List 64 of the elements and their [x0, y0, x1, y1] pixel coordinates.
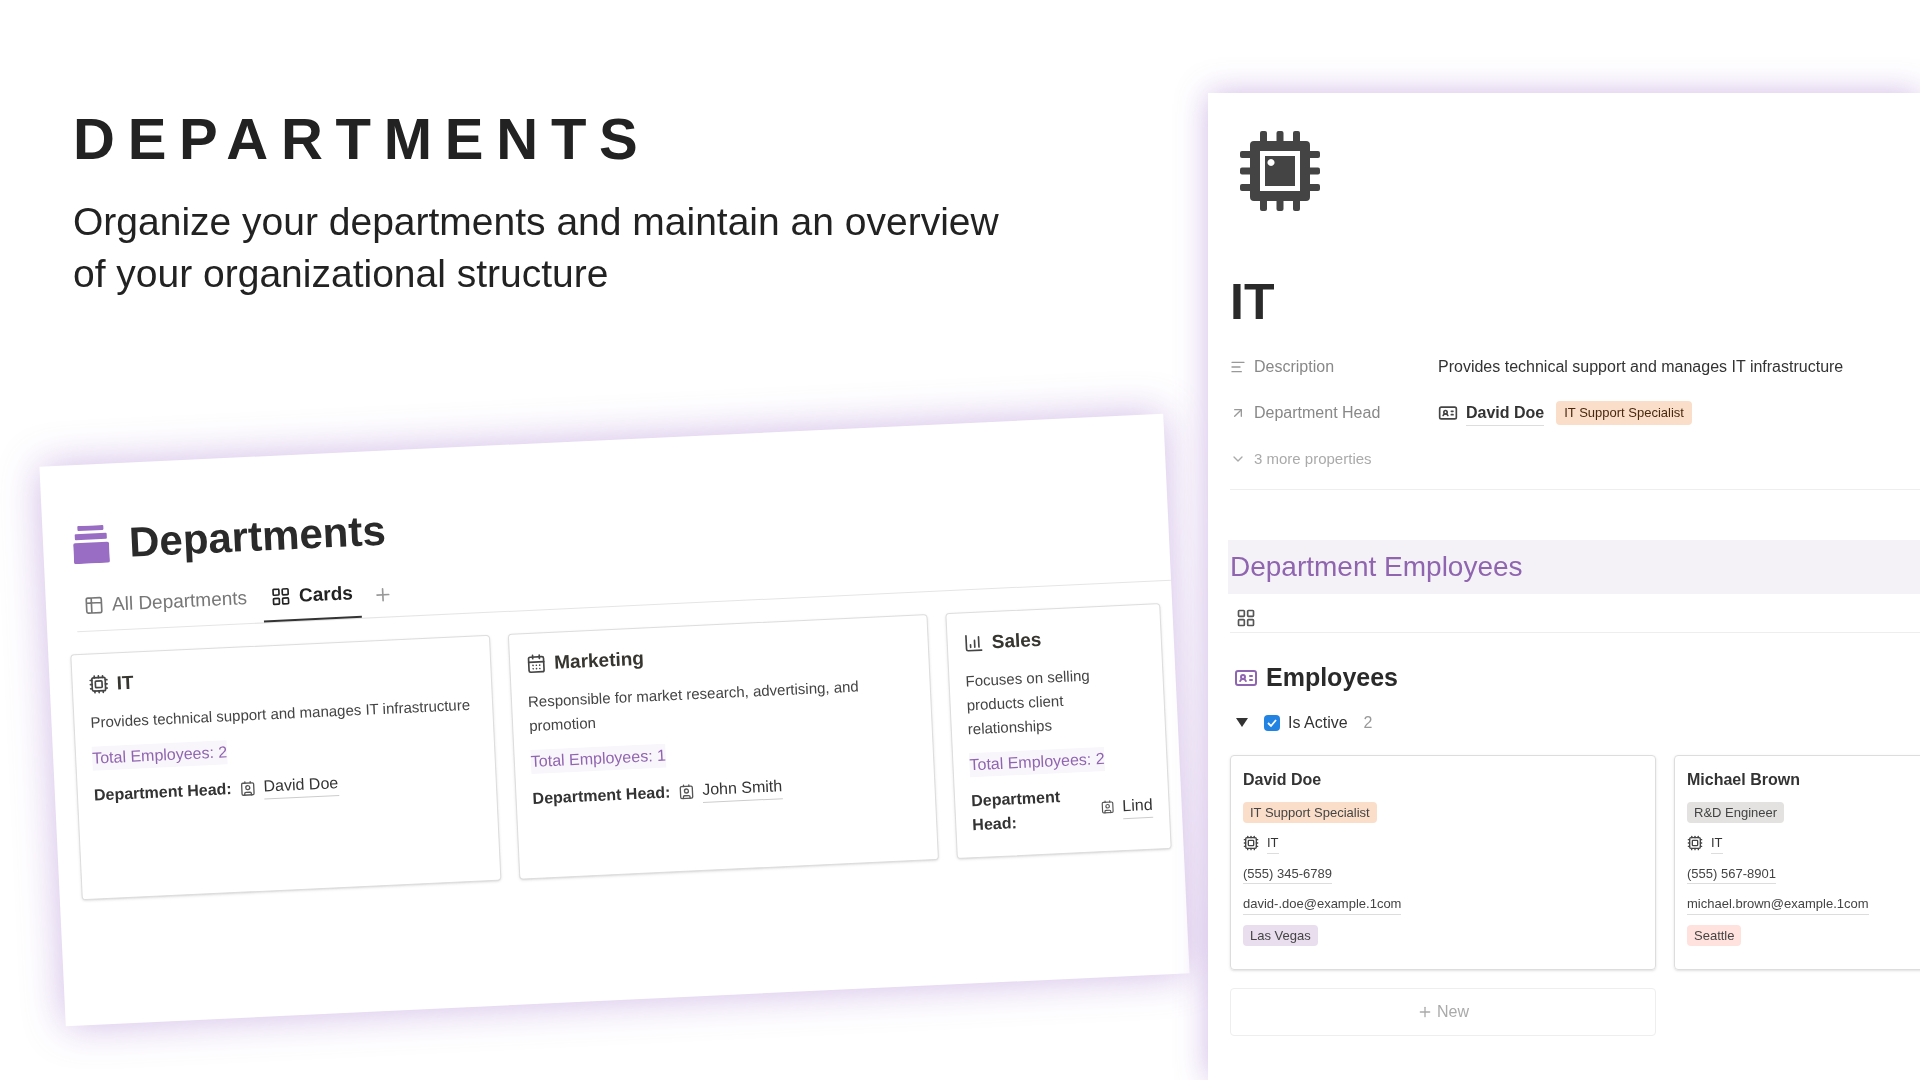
table-icon — [83, 595, 105, 617]
view-tab[interactable]: All Departments — [75, 583, 257, 631]
head-name[interactable]: John Smith — [701, 774, 783, 803]
department-card[interactable]: Sales Focuses on selling products client relationships Total Employees: 2 Department Head: Lind — [945, 602, 1172, 859]
database-title: Employees — [1266, 662, 1398, 693]
phone-number[interactable]: (555) 345-6789 — [1243, 863, 1332, 884]
group-checkbox[interactable] — [1264, 714, 1280, 731]
head-label: Department Head: — [970, 787, 1062, 836]
card-description: Focuses on selling products client relationships — [965, 665, 1092, 740]
employee-count: Total Employees: 2 — [91, 740, 228, 771]
detail-title: IT — [1230, 277, 1276, 327]
contact-card-icon — [677, 782, 695, 800]
email-link[interactable]: michael.brown@example.1com — [1687, 894, 1869, 915]
text-lines-icon — [1230, 359, 1246, 375]
grid-icon — [270, 586, 292, 608]
city-tag: Las Vegas — [1243, 924, 1318, 946]
chip-icon — [1243, 835, 1259, 852]
employee-count: Total Employees: 2 — [968, 746, 1106, 778]
relation-link[interactable]: David Doe — [1466, 400, 1545, 426]
page-title: Departments — [127, 505, 388, 568]
city-tag: Seattle — [1687, 924, 1742, 946]
section-heading: Department Employees — [1228, 540, 1920, 594]
card-title: IT — [116, 670, 135, 695]
chip-icon — [88, 673, 110, 695]
role-tag: R&D Engineer — [1687, 801, 1785, 823]
role-tag: IT Support Specialist — [1556, 401, 1692, 425]
contact-card-icon — [239, 779, 256, 797]
property-label: Description — [1254, 357, 1335, 377]
card-title: Sales — [991, 627, 1042, 654]
group-label: Is Active — [1288, 712, 1348, 733]
employee-card[interactable]: David Doe IT Support Specialist IT (555) 345-6789 david-.doe@example.1com Las Vegas — [1230, 754, 1656, 970]
department-card[interactable]: Marketing Responsible for market research, advertising, and promotion Total Employees: 1 Department Head: John Smith — [507, 613, 939, 880]
card-description: Provides technical support and manages IT infrastructure — [90, 694, 472, 733]
head-label: Department Head: — [93, 778, 233, 806]
chip-icon — [1687, 835, 1703, 852]
card-title: Marketing — [553, 646, 645, 675]
email-link[interactable]: david-.doe@example.1com — [1243, 894, 1402, 915]
employee-name: Michael Brown — [1687, 769, 1800, 790]
department-card[interactable]: IT Provides technical support and manages IT infrastructure Total Employees: 2 Department Head: David Doe — [70, 634, 502, 901]
id-card-icon — [1438, 403, 1458, 423]
chip-icon — [1240, 131, 1320, 211]
group-count: 2 — [1363, 712, 1373, 733]
employee-count: Total Employees: 1 — [530, 743, 667, 774]
headline-subtitle: Organize your departments and maintain an overview of your organizational structure — [73, 199, 1000, 297]
department-link[interactable]: IT — [1267, 833, 1279, 854]
employee-name: David Doe — [1243, 769, 1322, 790]
phone-number[interactable]: (555) 567-8901 — [1687, 863, 1776, 884]
grid-icon[interactable] — [1236, 608, 1256, 628]
head-name[interactable]: Lind — [1121, 792, 1154, 819]
contact-card-icon — [1100, 798, 1115, 816]
headline-title: DEPARTMENTS — [73, 110, 652, 168]
bar-chart-icon — [963, 632, 985, 654]
head-label: Department Head: — [532, 781, 671, 809]
property-label: Department Head — [1254, 403, 1381, 423]
card-description: Responsible for market research, advertising, and promotion — [527, 676, 861, 736]
department-link[interactable]: IT — [1711, 833, 1723, 854]
group-toggle[interactable] — [1236, 718, 1248, 727]
head-name[interactable]: David Doe — [263, 771, 339, 800]
employee-card[interactable]: Michael Brown R&D Engineer IT (555) 567-8901 michael.brown@example.1com Seattle — [1674, 754, 1920, 970]
view-tab[interactable]: Cards — [262, 578, 362, 622]
stacked-boxes-icon — [72, 524, 110, 564]
calendar-icon — [525, 652, 547, 674]
role-tag: IT Support Specialist — [1243, 801, 1377, 823]
property-value: Provides technical support and manages IT infrastructure — [1438, 357, 1844, 377]
